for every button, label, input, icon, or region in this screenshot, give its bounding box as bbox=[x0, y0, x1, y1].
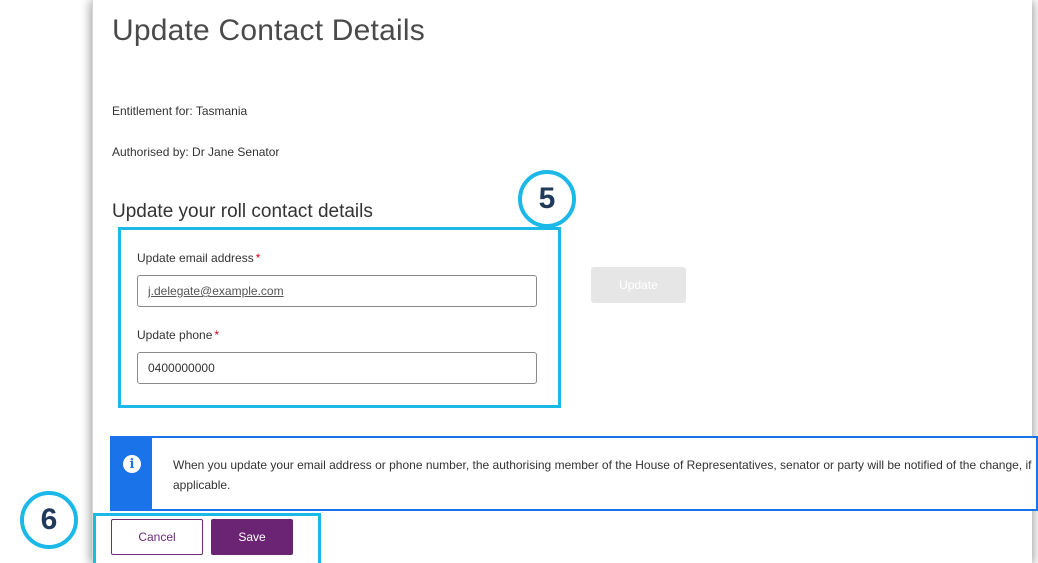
info-text: When you update your email address or ph… bbox=[173, 458, 1032, 492]
update-button[interactable]: Update bbox=[591, 267, 686, 303]
authorised-by-text: Authorised by: Dr Jane Senator bbox=[112, 145, 280, 159]
step-callout-6: 6 bbox=[20, 491, 78, 549]
info-icon: i bbox=[123, 455, 141, 473]
page-title: Update Contact Details bbox=[112, 14, 425, 47]
step-callout-5: 5 bbox=[518, 170, 576, 228]
callout-box-6 bbox=[93, 513, 321, 563]
info-strip: i bbox=[112, 438, 152, 509]
section-heading: Update your roll contact details bbox=[112, 201, 373, 222]
info-notice: i When you update your email address or … bbox=[110, 436, 1038, 511]
entitlement-text: Entitlement for: Tasmania bbox=[112, 104, 248, 118]
callout-box-5 bbox=[118, 227, 561, 408]
